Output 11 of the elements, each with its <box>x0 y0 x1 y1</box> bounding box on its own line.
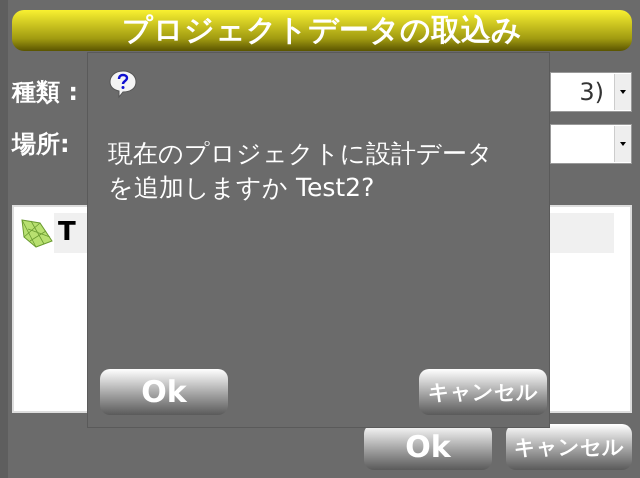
cancel-button[interactable]: キャンセル <box>506 424 632 470</box>
dropdown-field[interactable] <box>550 124 632 164</box>
dropdown-field[interactable]: 3) <box>550 72 632 112</box>
question-icon <box>108 69 138 99</box>
field-label: 場所: <box>12 129 71 160</box>
ok-button[interactable]: Ok <box>100 369 228 415</box>
mesh-icon <box>20 217 54 249</box>
dialog-message: 現在のプロジェクトに設計データを追加しますか Test2? <box>108 138 494 204</box>
cancel-button[interactable]: キャンセル <box>419 369 547 415</box>
window-title: プロジェクトデータの取込み <box>12 10 632 51</box>
field-label: 種類 : <box>12 77 79 108</box>
